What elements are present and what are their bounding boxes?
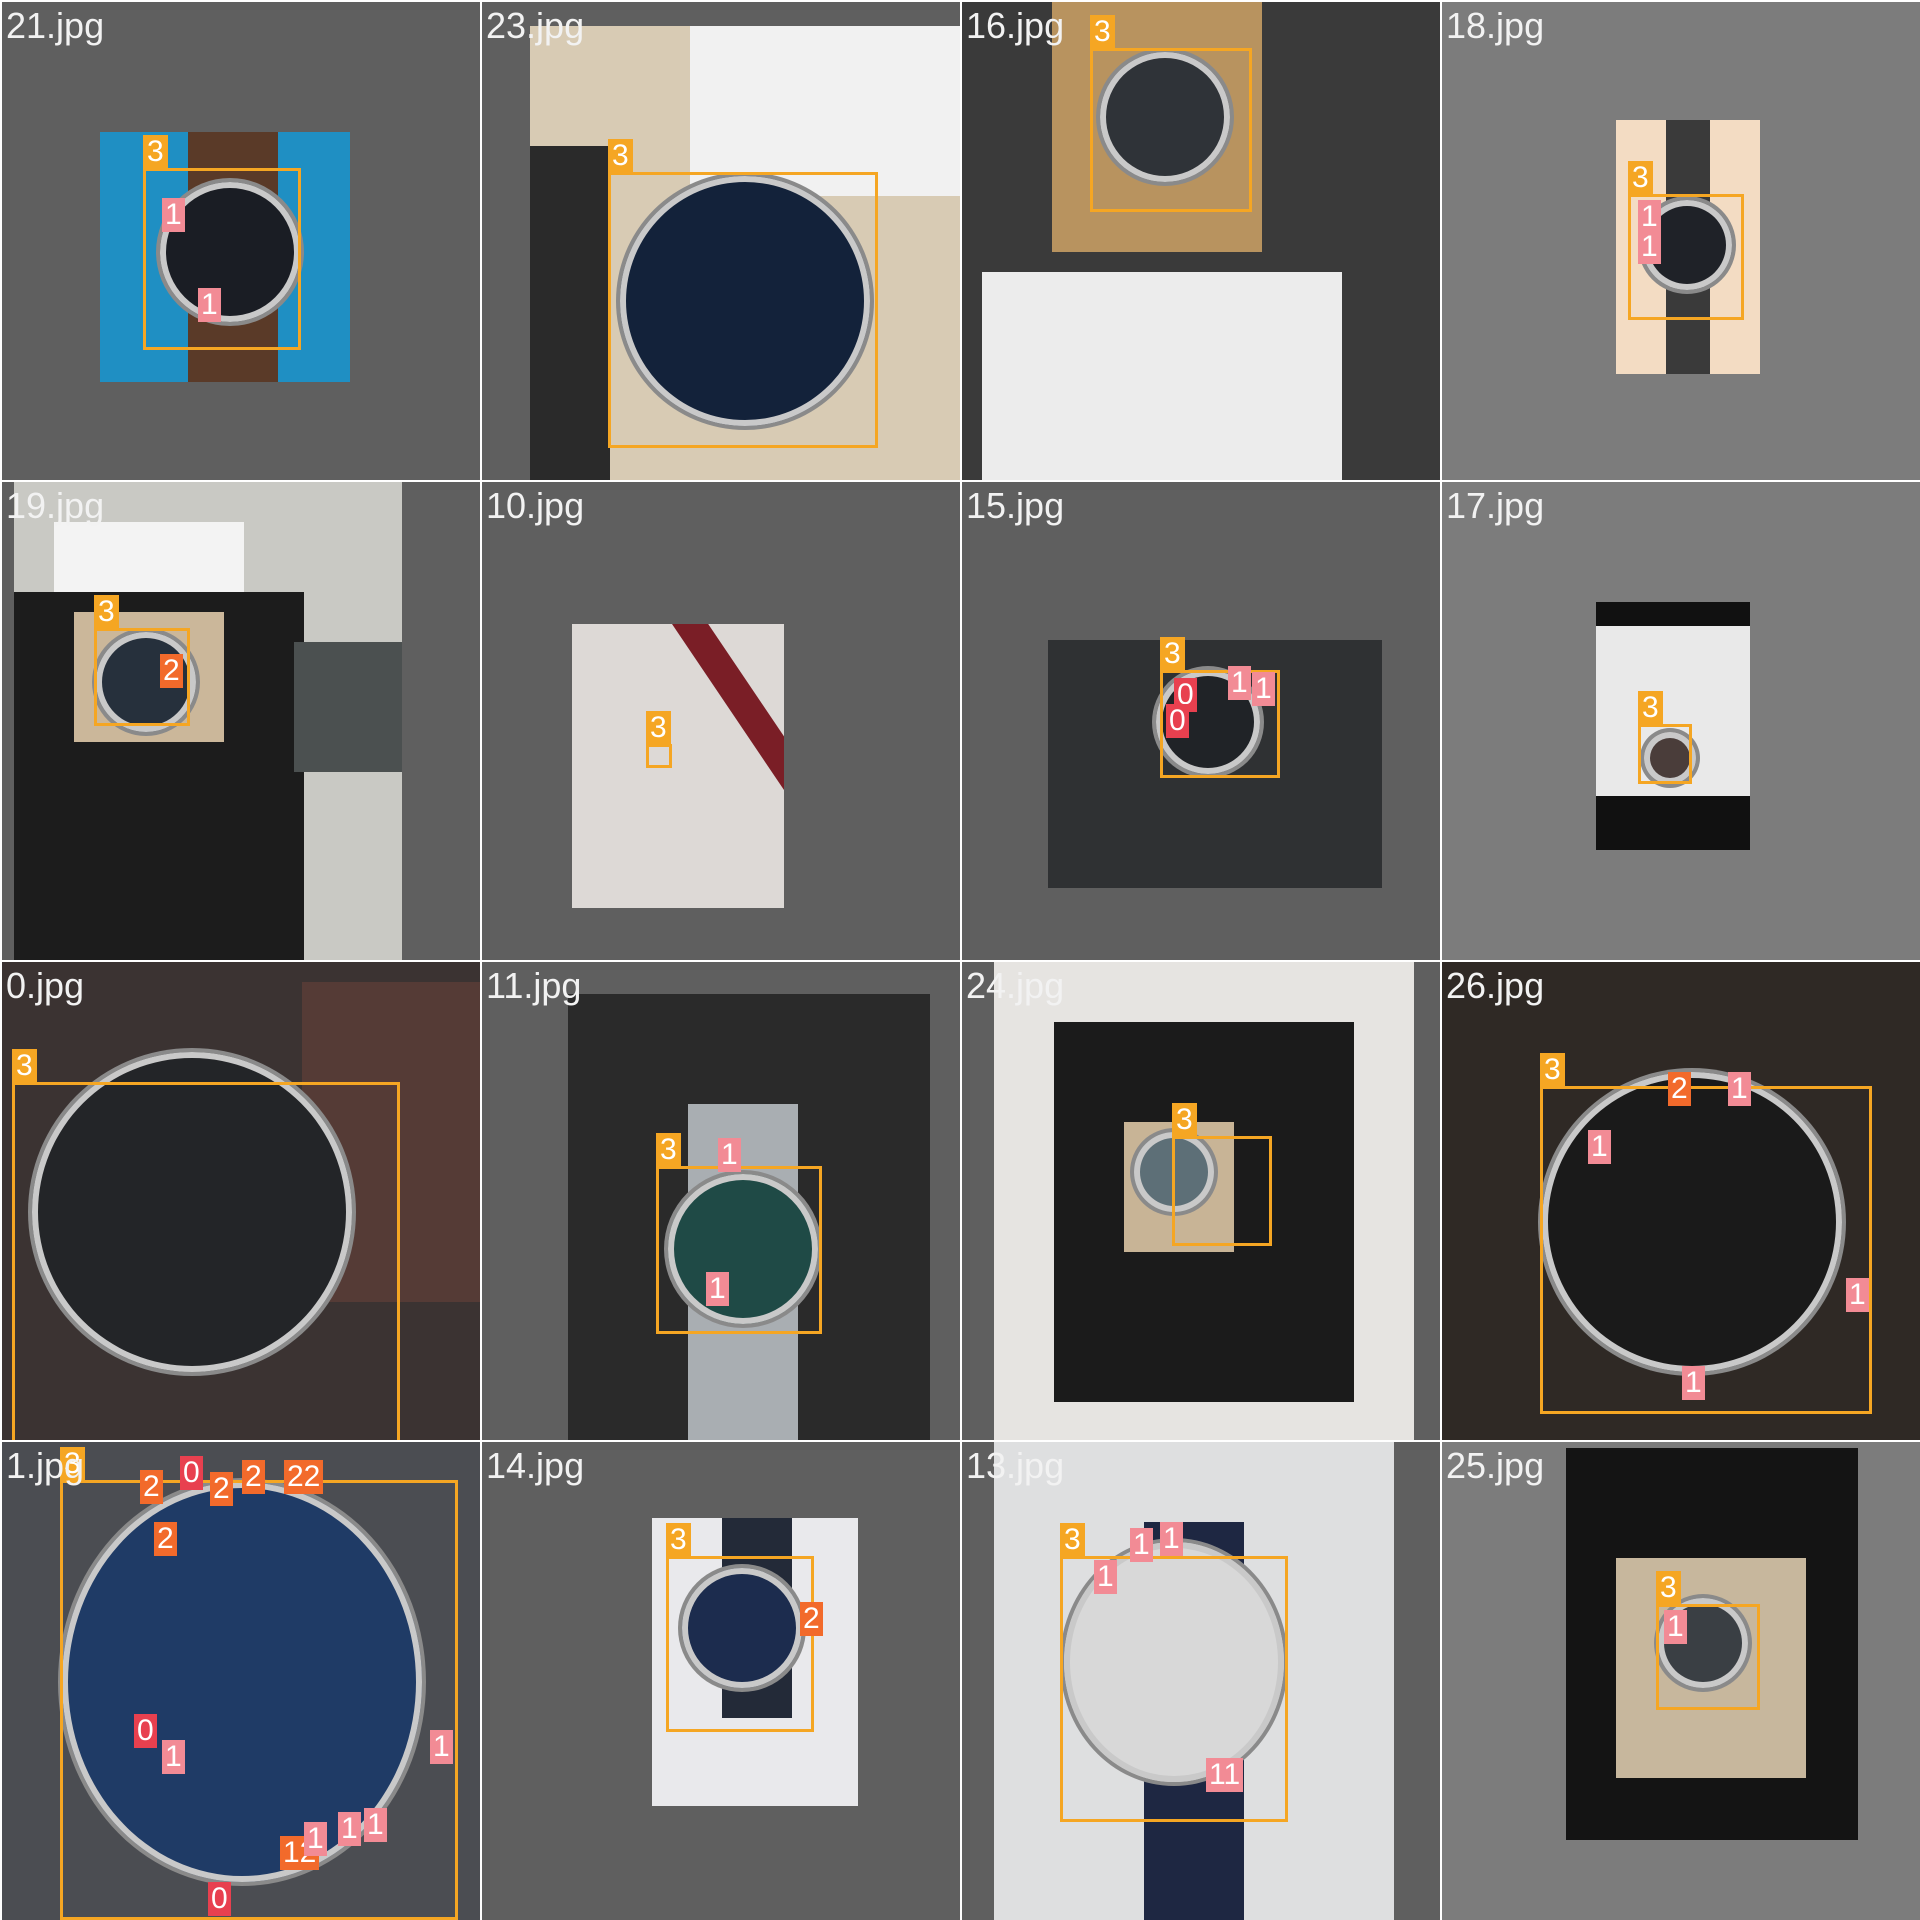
- label-tag: 1: [430, 1730, 453, 1764]
- bbox-class-3: 3: [1172, 1103, 1272, 1246]
- file-name: 21.jpg: [6, 5, 105, 46]
- label-tag: 11: [1206, 1758, 1244, 1792]
- file-name: 25.jpg: [1446, 1445, 1545, 1486]
- file-name: 26.jpg: [1446, 965, 1545, 1006]
- grid-cell[interactable]: 3 0 0 1 1 15.jpg: [962, 482, 1440, 960]
- bbox-class-3: 3: [1090, 15, 1252, 212]
- bbox-class-3: 3: [646, 711, 672, 768]
- label-tag: 0: [180, 1456, 203, 1490]
- label-tag: 1: [1160, 1522, 1183, 1556]
- file-name: 17.jpg: [1446, 485, 1545, 526]
- bbox-class-3: 3: [143, 135, 301, 350]
- grid-cell[interactable]: 3 24.jpg: [962, 962, 1440, 1440]
- file-name: 23.jpg: [486, 5, 585, 46]
- label-tag: 2: [140, 1470, 163, 1504]
- grid-cell[interactable]: 3 23.jpg: [482, 2, 960, 480]
- label-tag: 1: [706, 1272, 729, 1306]
- bbox-class-3: 3: [12, 1049, 400, 1440]
- label-tag: 1: [1638, 200, 1661, 234]
- label-tag: 0: [208, 1882, 231, 1916]
- bbox-class-3: 3: [60, 1447, 458, 1920]
- photo-thumbnail: [572, 624, 784, 908]
- file-name: 15.jpg: [966, 485, 1065, 526]
- label-tag: 1: [364, 1808, 387, 1842]
- label-tag: 1: [1728, 1072, 1751, 1106]
- bbox-class-3: 3: [1638, 691, 1692, 784]
- grid-cell[interactable]: 3 2 1 1 1 1 26.jpg: [1442, 962, 1920, 1440]
- label-tag: 1: [1682, 1366, 1705, 1400]
- photo-thumbnail: [14, 482, 402, 960]
- grid-cell[interactable]: 3 2 19.jpg: [2, 482, 480, 960]
- label-tag: 2: [800, 1602, 823, 1636]
- bbox-class-3: 3: [666, 1523, 814, 1732]
- bbox-class-3: 3: [1060, 1523, 1288, 1822]
- label-tag: 1: [1588, 1130, 1611, 1164]
- bbox-class-3: 3: [656, 1133, 822, 1334]
- label-tag: 1: [162, 1740, 185, 1774]
- file-name: 18.jpg: [1446, 5, 1545, 46]
- label-tag: 1: [1664, 1610, 1687, 1644]
- file-name: 19.jpg: [6, 485, 105, 526]
- label-tag: 1: [1130, 1528, 1153, 1562]
- label-tag: 2: [160, 654, 183, 688]
- label-tag: 1: [304, 1822, 327, 1856]
- label-tag: 2: [1668, 1072, 1691, 1106]
- file-name: 16.jpg: [966, 5, 1065, 46]
- file-name: 1.jpg: [6, 1445, 85, 1486]
- grid-cell[interactable]: 3 1 1 1 11 13.jpg: [962, 1442, 1440, 1920]
- file-name: 14.jpg: [486, 1445, 585, 1486]
- label-tag: 2: [210, 1472, 233, 1506]
- file-name: 11.jpg: [486, 965, 582, 1006]
- label-tag: 1: [1228, 666, 1251, 700]
- label-tag: 2: [242, 1460, 265, 1494]
- grid-cell[interactable]: 3 2 14.jpg: [482, 1442, 960, 1920]
- file-name: 24.jpg: [966, 965, 1065, 1006]
- label-tag: 1: [1094, 1560, 1117, 1594]
- grid-cell[interactable]: 3 2 2 0 2 2 22 0 1 1 12 1 1 1 0 1.jpg: [2, 1442, 480, 1920]
- grid-cell[interactable]: 3 0.jpg: [2, 962, 480, 1440]
- file-name: 0.jpg: [6, 965, 85, 1006]
- label-tag: 0: [134, 1714, 157, 1748]
- grid-cell[interactable]: 3 1 25.jpg: [1442, 1442, 1920, 1920]
- grid-cell[interactable]: 3 1 1 18.jpg: [1442, 2, 1920, 480]
- grid-cell[interactable]: 3 16.jpg: [962, 2, 1440, 480]
- grid-cell[interactable]: 3 1 1 21.jpg: [2, 2, 480, 480]
- label-tag: 22: [284, 1460, 324, 1494]
- label-tag: 1: [1638, 230, 1661, 264]
- grid-cell[interactable]: 3 10.jpg: [482, 482, 960, 960]
- label-tag: 1: [718, 1138, 741, 1172]
- label-tag: 1: [162, 198, 185, 232]
- label-tag: 2: [154, 1522, 177, 1556]
- label-tag: 1: [1846, 1278, 1869, 1312]
- bbox-class-3: 3: [608, 139, 878, 448]
- file-name: 13.jpg: [966, 1445, 1065, 1486]
- label-tag: 1: [338, 1812, 361, 1846]
- label-tag: 1: [198, 288, 221, 322]
- grid-cell[interactable]: 3 17.jpg: [1442, 482, 1920, 960]
- label-tag: 0: [1166, 704, 1189, 738]
- label-tag: 1: [1252, 672, 1275, 706]
- image-grid: 3 1 1 21.jpg 3 23.jpg 3 16.jpg 3 1 1 18.…: [0, 0, 1920, 1920]
- grid-cell[interactable]: 3 1 1 11.jpg: [482, 962, 960, 1440]
- file-name: 10.jpg: [486, 485, 585, 526]
